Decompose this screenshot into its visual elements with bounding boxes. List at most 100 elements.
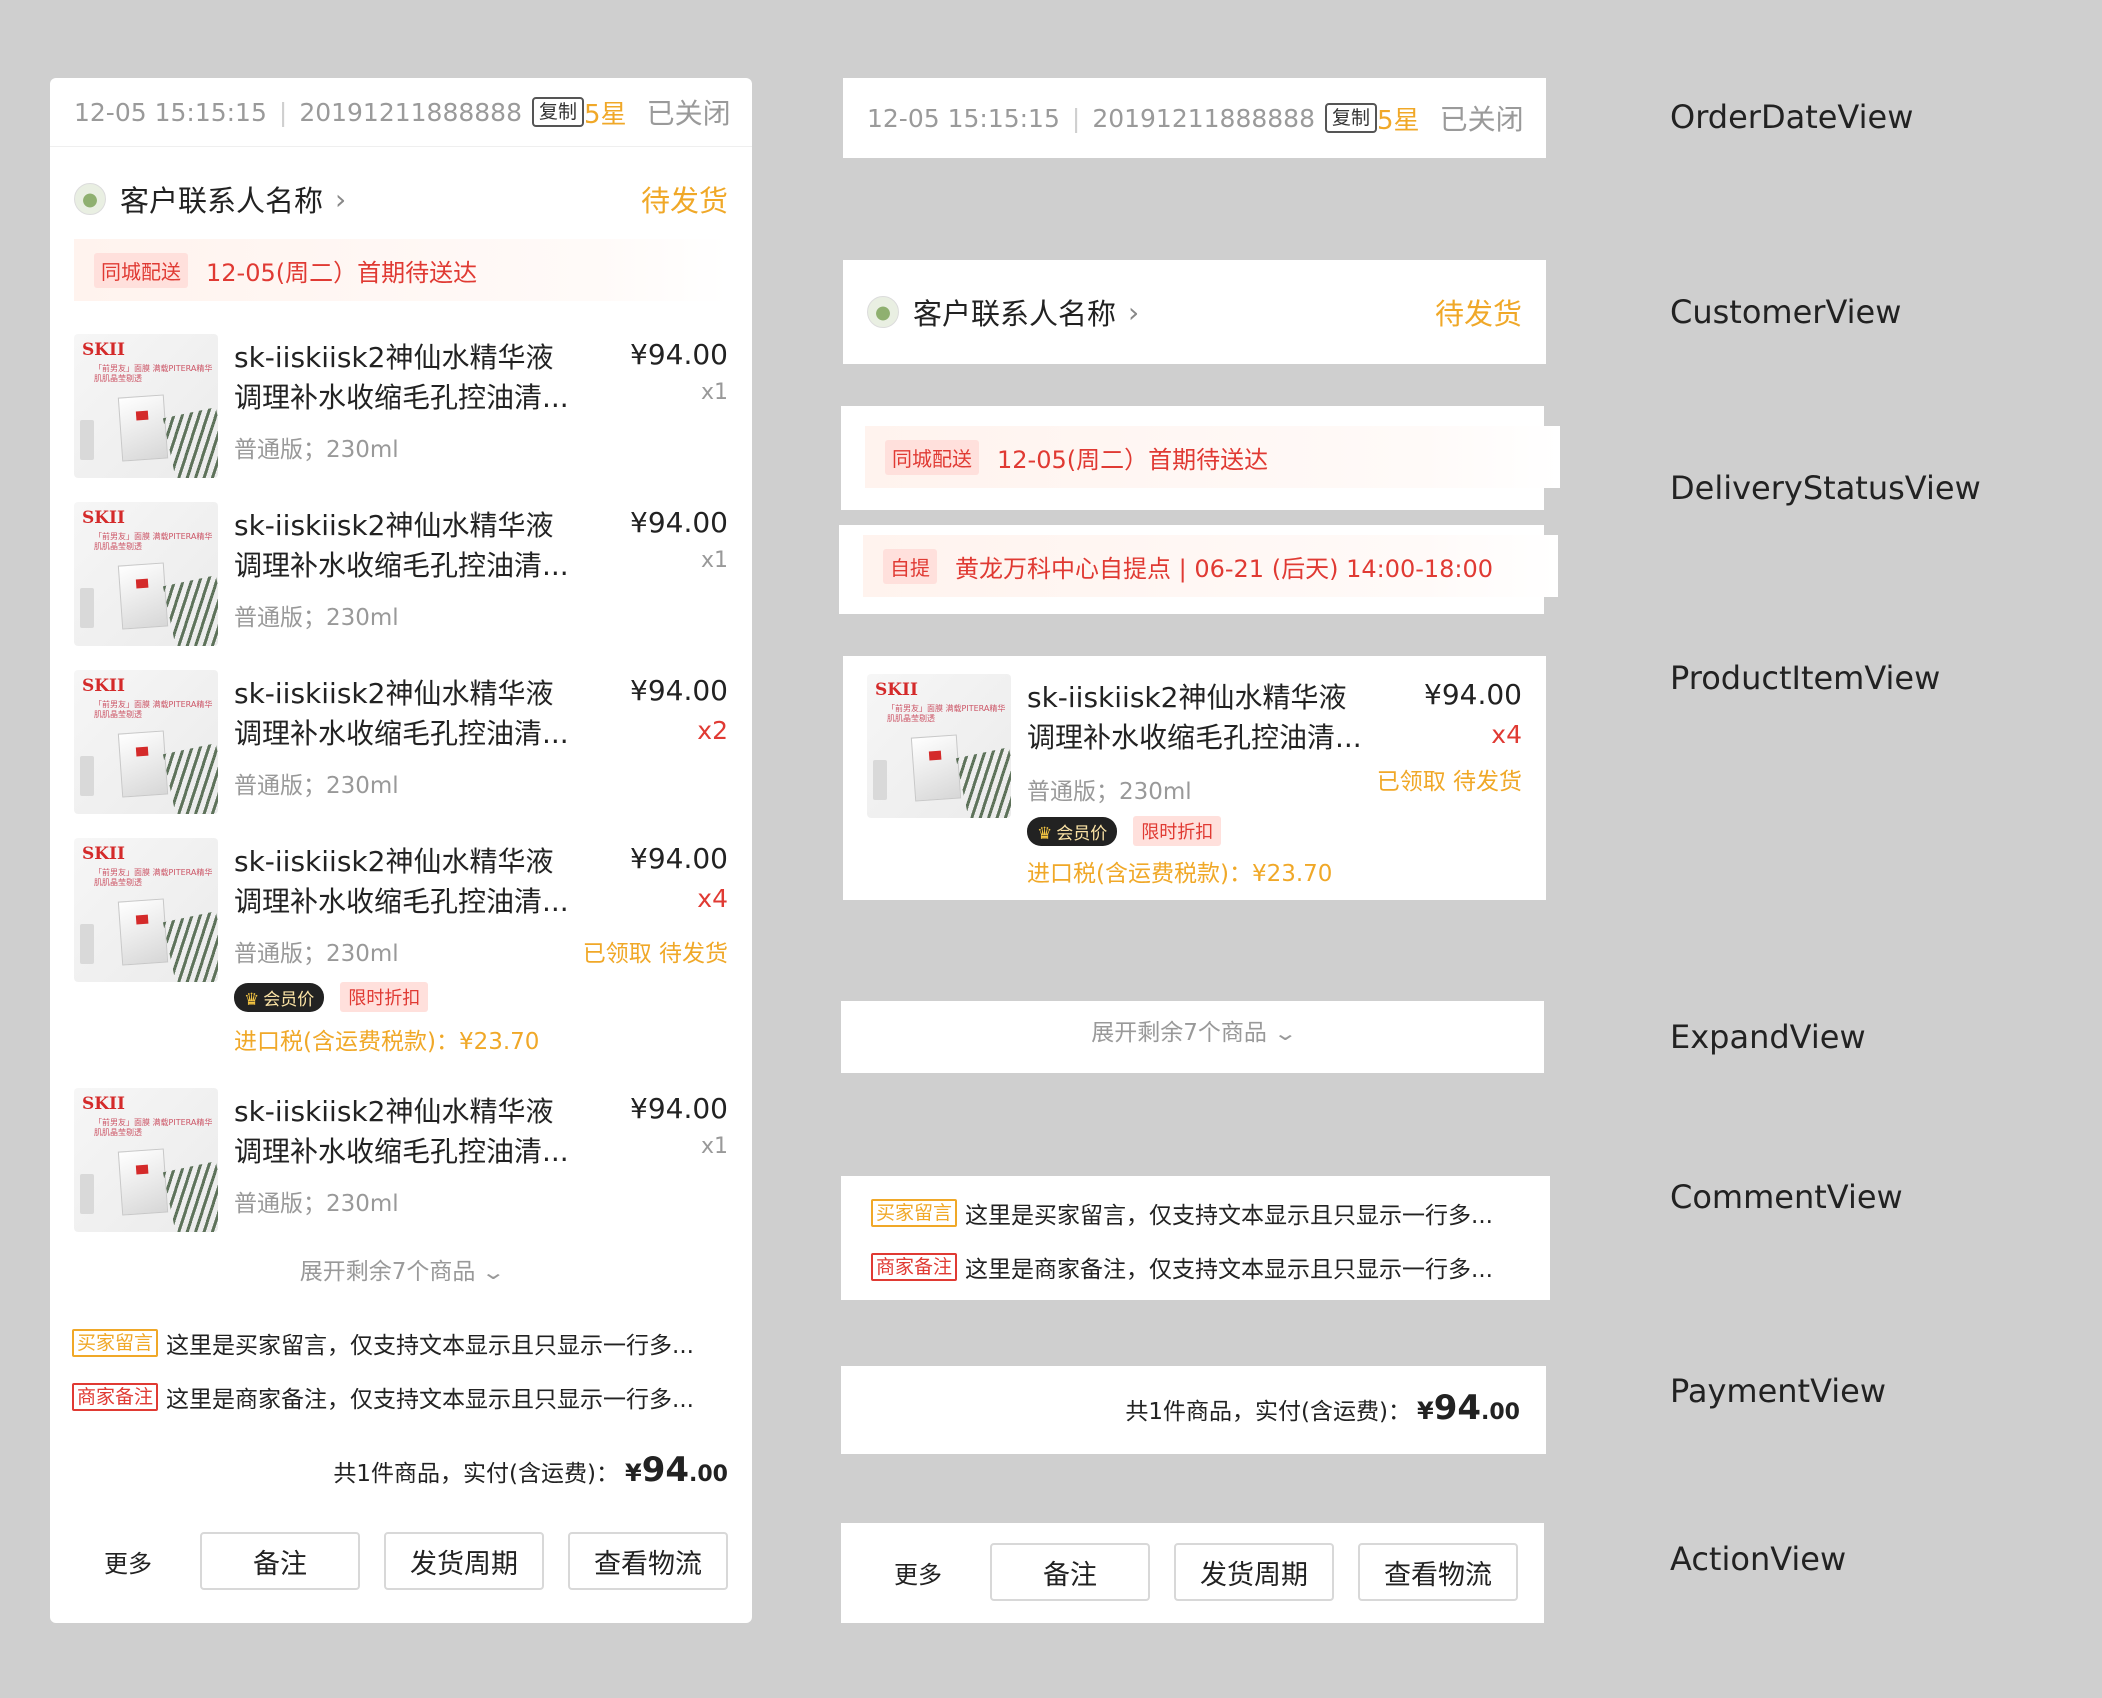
product-title: sk-iiskiisk2神仙水精华液 调理补水收缩毛孔控油清... — [1027, 681, 1362, 754]
customer-status: 待发货 — [640, 184, 728, 218]
seller-tag: 商家备注 — [871, 1253, 958, 1281]
product-state: 已领取 待发货 — [582, 941, 728, 967]
product-price: ¥94.00 — [1424, 678, 1522, 711]
pickup-text: 黄龙万科中心自提点 | 06-21 (后天) 14:00-18:00 — [955, 554, 1494, 583]
product-item[interactable]: SKII 「前男友」面膜 满载PITERA精华 肌肌晶莹剔透 sk-iiskii… — [74, 1088, 728, 1238]
vip-badge: ♛ 会员价 — [1027, 816, 1118, 846]
delivery-tag: 同城配送 — [94, 252, 188, 288]
customer-view[interactable]: 客户联系人名称 › 待发货 — [50, 159, 752, 239]
action-view: 更多 备注 发货周期 查看物流 — [104, 1532, 728, 1590]
product-title: sk-iiskiisk2神仙水精华液 调理补水收缩毛孔控油清... — [234, 509, 569, 582]
chevron-right-icon: › — [1128, 295, 1140, 329]
product-image: SKII 「前男友」面膜 满载PITERA精华 肌肌晶莹剔透 — [74, 670, 218, 814]
crown-icon: ♛ — [1037, 823, 1053, 844]
payment-currency: ¥ — [624, 1459, 642, 1487]
product-item[interactable]: SKII 「前男友」面膜 满载PITERA精华 肌肌晶莹剔透 sk-iiskii… — [74, 334, 728, 484]
more-button[interactable]: 更多 — [104, 1544, 152, 1579]
label-comment-view: CommentView — [1670, 1178, 1903, 1216]
payment-view-sample: 共1件商品，实付(含运费)： ¥ 94 .00 — [841, 1366, 1546, 1454]
rating-text: 5星 — [1377, 105, 1420, 136]
chevron-down-icon: ⌄ — [481, 1260, 507, 1284]
note-button[interactable]: 备注 — [990, 1543, 1150, 1601]
divider: | — [1071, 103, 1081, 133]
product-qty: x1 — [700, 380, 728, 405]
seller-tag: 商家备注 — [72, 1383, 159, 1411]
customer-status: 待发货 — [1434, 297, 1522, 331]
buyer-text: 这里是买家留言，仅支持文本显示且只显示一行多... — [965, 1203, 1493, 1229]
customer-view-sample[interactable]: 客户联系人名称 › 待发货 — [843, 260, 1546, 364]
delivery-text: 12-05(周二）首期待送达 — [206, 258, 478, 287]
product-item[interactable]: SKII 「前男友」面膜 满载PITERA精华 肌肌晶莹剔透 sk-iiskii… — [74, 670, 728, 820]
expand-view[interactable]: 展开剩余7个商品 ⌄ — [50, 1252, 752, 1286]
payment-currency: ¥ — [1416, 1397, 1434, 1425]
product-price: ¥94.00 — [630, 842, 728, 875]
buyer-comment: 买家留言 这里是买家留言，仅支持文本显示且只显示一行多... — [72, 1326, 732, 1360]
product-state: 已领取 待发货 — [1376, 769, 1522, 795]
product-title: sk-iiskiisk2神仙水精华液 调理补水收缩毛孔控油清... — [234, 341, 569, 414]
product-spec: 普通版；230ml — [234, 437, 399, 463]
product-image: SKII 「前男友」面膜 满载PITERA精华 肌肌晶莹剔透 — [74, 502, 218, 646]
view-logistics-button[interactable]: 查看物流 — [1358, 1543, 1518, 1601]
limit-discount-tag: 限时折扣 — [340, 982, 429, 1012]
pickup-status-view-sample: 自提 黄龙万科中心自提点 | 06-21 (后天) 14:00-18:00 — [839, 525, 1558, 614]
order-status: 已关闭 — [1439, 103, 1524, 136]
note-button[interactable]: 备注 — [200, 1532, 360, 1590]
product-tags: ♛ 会员价 限时折扣 — [234, 982, 429, 1012]
product-title: sk-iiskiisk2神仙水精华液 调理补水收缩毛孔控油清... — [234, 845, 569, 918]
payment-amount: 94 — [1433, 1388, 1482, 1428]
buyer-tag: 买家留言 — [871, 1199, 958, 1227]
limit-discount-tag: 限时折扣 — [1133, 816, 1222, 846]
order-number: 20191211888888 — [299, 97, 522, 127]
label-payment-view: PaymentView — [1670, 1372, 1887, 1410]
product-spec: 普通版；230ml — [234, 1191, 399, 1217]
product-item[interactable]: SKII 「前男友」面膜 满载PITERA精华 肌肌晶莹剔透 sk-iiskii… — [74, 838, 728, 1068]
expand-view-sample[interactable]: 展开剩余7个商品 ⌄ — [841, 1001, 1544, 1073]
copy-button[interactable]: 复制 — [1325, 103, 1378, 133]
order-number: 20191211888888 — [1092, 103, 1315, 133]
delivery-cycle-button[interactable]: 发货周期 — [384, 1532, 544, 1590]
product-spec: 普通版；230ml — [1027, 779, 1192, 805]
product-qty: x1 — [700, 548, 728, 573]
product-item[interactable]: SKII 「前男友」面膜 满载PITERA精华 肌肌晶莹剔透 sk-iiskii… — [74, 502, 728, 652]
buyer-tag: 买家留言 — [72, 1329, 159, 1357]
chevron-right-icon: › — [335, 182, 347, 216]
product-qty: x4 — [1491, 720, 1522, 749]
order-datetime: 12-05 15:15:15 — [74, 97, 267, 127]
buyer-text: 这里是买家留言，仅支持文本显示且只显示一行多... — [166, 1333, 694, 1359]
delivery-text: 12-05(周二）首期待送达 — [997, 445, 1269, 474]
payment-label: 共1件商品，实付(含运费)： — [333, 1461, 619, 1487]
product-spec: 普通版；230ml — [234, 773, 399, 799]
product-image: SKII 「前男友」面膜 满载PITERA精华 肌肌晶莹剔透 — [867, 674, 1011, 818]
chevron-down-icon: ⌄ — [1272, 1021, 1298, 1045]
crown-icon: ♛ — [244, 989, 260, 1010]
label-order-date-view: OrderDateView — [1670, 98, 1914, 136]
delivery-status-view-sample: 同城配送 12-05(周二）首期待送达 — [841, 406, 1560, 510]
order-date-view-sample: 12-05 15:15:15 | 20191211888888 复制 5星 已关… — [843, 78, 1546, 158]
product-qty: x1 — [700, 1134, 728, 1159]
payment-amount: 94 — [641, 1450, 690, 1490]
seller-comment: 商家备注 这里是商家备注，仅支持文本显示且只显示一行多... — [72, 1380, 732, 1414]
product-image: SKII 「前男友」面膜 满载PITERA精华 肌肌晶莹剔透 — [74, 334, 218, 478]
product-title: sk-iiskiisk2神仙水精华液 调理补水收缩毛孔控油清... — [234, 677, 569, 750]
view-logistics-button[interactable]: 查看物流 — [568, 1532, 728, 1590]
product-tags: ♛ 会员价 限时折扣 — [1027, 816, 1222, 846]
seller-text: 这里是商家备注，仅支持文本显示且只显示一行多... — [965, 1257, 1493, 1283]
delivery-status-view: 同城配送 12-05(周二）首期待送达 — [74, 239, 728, 301]
product-tax: 进口税(含运费税款)：¥23.70 — [234, 1029, 540, 1055]
product-item[interactable]: SKII 「前男友」面膜 满载PITERA精华 肌肌晶莹剔透 sk-iiskii… — [867, 674, 1522, 889]
product-image: SKII 「前男友」面膜 满载PITERA精华 肌肌晶莹剔透 — [74, 1088, 218, 1232]
customer-name: 客户联系人名称 — [120, 184, 324, 218]
copy-button[interactable]: 复制 — [532, 97, 585, 127]
product-item-view-sample[interactable]: SKII 「前男友」面膜 满载PITERA精华 肌肌晶莹剔透 sk-iiskii… — [843, 656, 1546, 900]
comment-view-sample: 买家留言 这里是买家留言，仅支持文本显示且只显示一行多... 商家备注 这里是商… — [841, 1176, 1550, 1300]
product-tax: 进口税(含运费税款)：¥23.70 — [1027, 861, 1333, 887]
order-datetime: 12-05 15:15:15 — [867, 103, 1060, 133]
more-button[interactable]: 更多 — [894, 1555, 942, 1590]
product-price: ¥94.00 — [630, 338, 728, 371]
delivery-cycle-button[interactable]: 发货周期 — [1174, 1543, 1334, 1601]
avatar — [867, 296, 899, 328]
product-image: SKII 「前男友」面膜 满载PITERA精华 肌肌晶莹剔透 — [74, 838, 218, 982]
label-action-view: ActionView — [1670, 1540, 1847, 1578]
product-spec: 普通版；230ml — [234, 605, 399, 631]
seller-text: 这里是商家备注，仅支持文本显示且只显示一行多... — [166, 1387, 694, 1413]
